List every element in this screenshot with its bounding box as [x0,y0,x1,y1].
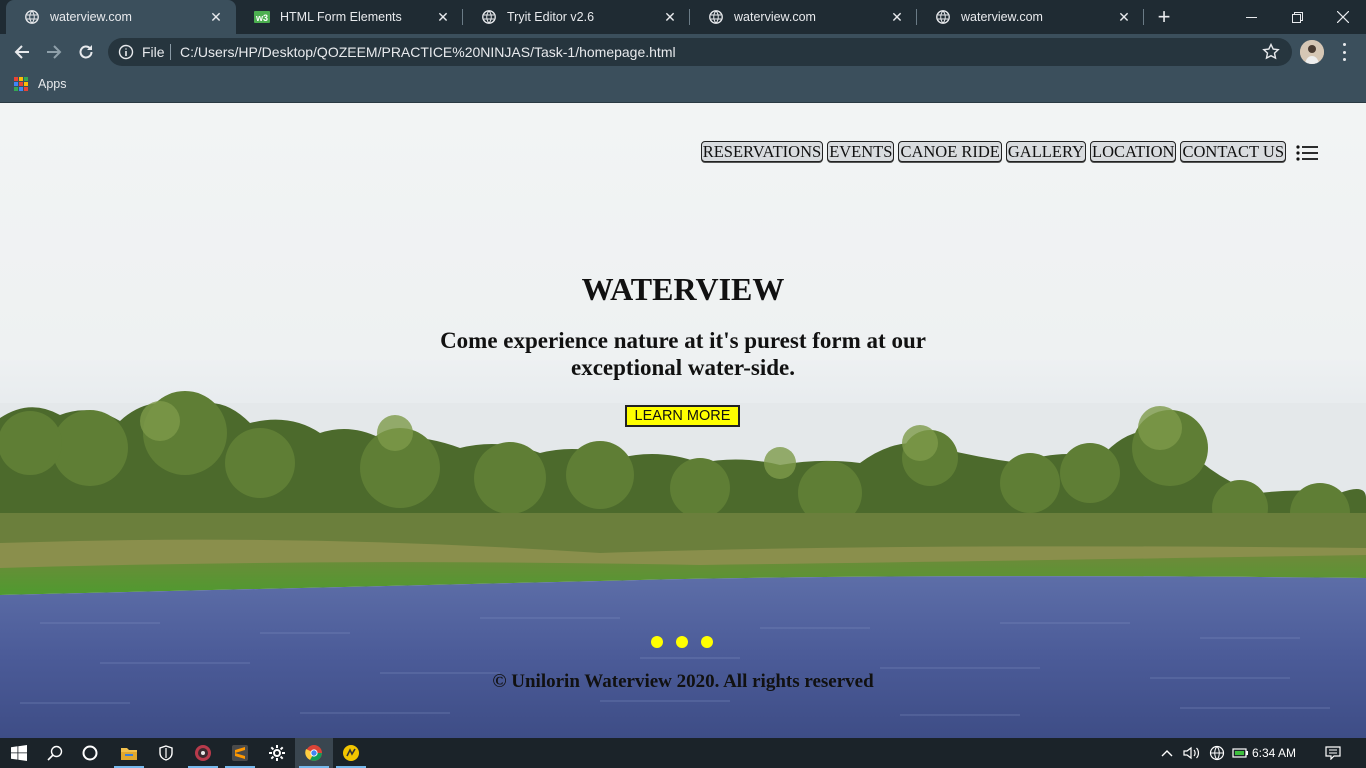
w3schools-icon: w3 [254,9,270,25]
close-tab-icon[interactable]: ✕ [1116,9,1132,25]
security-button[interactable] [147,738,185,768]
app-icon [343,745,359,761]
cortana-button[interactable] [71,738,109,768]
list-menu-icon[interactable] [1296,145,1318,161]
search-button[interactable] [36,738,74,768]
svg-text:w3: w3 [255,13,268,23]
battery-charging-icon [1232,748,1248,758]
start-button[interactable] [0,738,38,768]
reload-icon [79,45,93,59]
nav-gallery[interactable]: GALLERY [1005,141,1086,162]
close-tab-icon[interactable]: ✕ [435,9,451,25]
globe-icon [24,9,40,25]
close-icon [1337,11,1349,23]
star-icon[interactable] [1262,43,1280,61]
chrome-icon [305,745,322,761]
speaker-icon [1183,746,1200,760]
scheme-label: File [142,44,165,60]
close-tab-icon[interactable]: ✕ [662,9,678,25]
settings-button[interactable] [258,738,296,768]
pinned-app-button[interactable] [332,738,370,768]
nav-contact-us[interactable]: CONTACT US [1180,141,1286,162]
nav-events[interactable]: EVENTS [827,141,895,162]
nav-location[interactable]: LOCATION [1089,141,1177,162]
bookmarks-bar: Apps [0,70,1366,103]
taskbar-clock[interactable]: 6:34 AM [1252,738,1296,768]
network-button[interactable] [1207,738,1227,768]
tab-tryit-editor[interactable]: Tryit Editor v2.6 ✕ [463,0,690,34]
media-player-button[interactable] [184,738,222,768]
learn-more-button[interactable]: LEARN MORE [625,405,740,427]
sublime-text-button[interactable] [221,738,259,768]
restore-icon [1291,11,1303,23]
tab-html-form-elements[interactable]: w3 HTML Form Elements ✕ [236,0,463,34]
apps-bookmark[interactable]: Apps [14,77,67,91]
slider-dot[interactable] [701,636,713,648]
sublime-text-icon [232,745,248,761]
hero-title: WATERVIEW [581,271,785,307]
slider-dot[interactable] [676,636,688,648]
globe-network-icon [1209,745,1225,761]
search-icon [47,745,63,761]
back-button[interactable] [10,40,34,64]
browser-toolbar: File C:/Users/HP/Desktop/QOZEEM/PRACTICE… [0,34,1366,70]
footer-copyright: © Unilorin Waterview 2020. All rights re… [492,671,874,692]
notification-icon [1325,746,1341,760]
arrow-left-icon [14,45,29,59]
address-bar[interactable]: File C:/Users/HP/Desktop/QOZEEM/PRACTICE… [108,38,1292,66]
tab-title: HTML Form Elements [280,10,402,24]
nav-reservations[interactable]: RESERVATIONS [700,141,824,162]
globe-icon [935,9,951,25]
tab-waterview-3[interactable]: waterview.com ✕ [917,0,1144,34]
tab-strip: waterview.com ✕ w3 HTML Form Elements ✕ … [0,0,1366,34]
main-nav: RESERVATIONS EVENTS CANOE RIDE GALLERY L… [700,141,1286,162]
globe-icon [481,9,497,25]
close-tab-icon[interactable]: ✕ [208,9,224,25]
gear-icon [269,745,285,761]
url-text[interactable]: C:/Users/HP/Desktop/QOZEEM/PRACTICE%20NI… [180,44,676,60]
shield-icon [159,745,173,761]
close-tab-icon[interactable]: ✕ [889,9,905,25]
tab-title: waterview.com [961,10,1043,24]
apps-grid-icon [14,77,28,91]
new-tab-button[interactable]: + [1152,5,1176,29]
cortana-icon [82,745,98,761]
minimize-button[interactable] [1228,0,1274,34]
tab-title: waterview.com [50,10,132,24]
close-window-button[interactable] [1320,0,1366,34]
slider-dot[interactable] [651,636,663,648]
media-player-icon [195,745,211,761]
reload-button[interactable] [74,40,98,64]
battery-button[interactable] [1231,738,1251,768]
forward-button[interactable] [42,40,66,64]
minimize-icon [1245,16,1257,18]
action-center-button[interactable] [1322,738,1344,768]
info-icon[interactable] [118,44,134,60]
globe-icon [708,9,724,25]
hero-subtitle: Come experience nature at it's purest fo… [440,328,926,380]
chevron-up-icon [1161,750,1173,757]
tab-title: Tryit Editor v2.6 [507,10,595,24]
profile-avatar[interactable] [1300,40,1324,64]
tab-title: waterview.com [734,10,816,24]
browser-menu-button[interactable] [1336,43,1352,61]
chrome-button[interactable] [295,738,333,768]
windows-start-icon [11,745,27,761]
file-explorer-button[interactable] [110,738,148,768]
windows-taskbar: 6:34 AM [0,738,1366,768]
file-explorer-icon [121,748,137,760]
nav-canoe-ride[interactable]: CANOE RIDE [898,141,1002,162]
show-hidden-icons-button[interactable] [1158,738,1176,768]
apps-label: Apps [38,77,67,91]
slider-dots [651,636,713,648]
volume-button[interactable] [1182,738,1202,768]
tab-waterview-1[interactable]: waterview.com ✕ [6,0,236,34]
tab-waterview-2[interactable]: waterview.com ✕ [690,0,917,34]
page-viewport: RESERVATIONS EVENTS CANOE RIDE GALLERY L… [0,103,1366,738]
arrow-right-icon [47,45,62,59]
restore-button[interactable] [1274,0,1320,34]
